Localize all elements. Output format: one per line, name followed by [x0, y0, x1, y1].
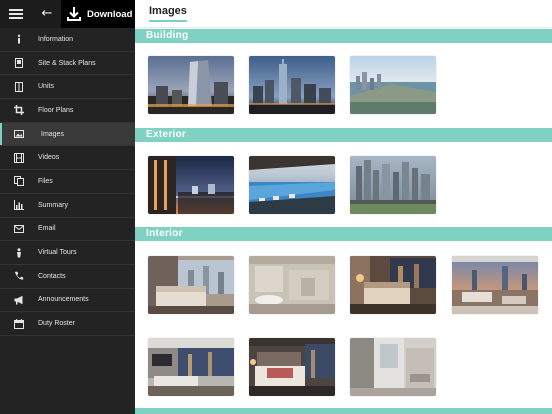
arrow-left-icon[interactable]: ←: [40, 5, 54, 23]
section-header-exterior: Exterior: [135, 128, 552, 142]
sidebar-item-files[interactable]: Files: [0, 170, 135, 194]
sidebar-item-label: Information: [38, 35, 74, 43]
page-header: Images: [135, 0, 552, 27]
calendar-icon: [0, 318, 38, 329]
image-thumbnail[interactable]: [148, 156, 234, 214]
download-label: Download: [87, 8, 133, 20]
sidebar-menu: Information Site & Stack Plans Units Flo…: [0, 28, 135, 336]
exterior-infinity-pool-image: [249, 156, 335, 214]
building-bay-aerial-image: [350, 56, 436, 114]
interior-living-night-image: [148, 338, 234, 396]
sidebar-item-label: Videos: [38, 154, 60, 162]
image-icon: [0, 129, 38, 139]
film-icon: [0, 152, 38, 163]
sidebar-toolbar: ← Download: [0, 0, 135, 28]
exterior-balcony-night-image: [148, 156, 234, 214]
section-header-interior: Interior: [135, 227, 552, 241]
sidebar-item-videos[interactable]: Videos: [0, 146, 135, 171]
phone-icon: [0, 271, 38, 281]
sidebar-item-label: Duty Roster: [38, 320, 75, 328]
hamburger-icon[interactable]: [9, 7, 23, 21]
megaphone-icon: [0, 295, 38, 305]
image-thumbnail[interactable]: [452, 256, 538, 314]
section-header-next: [135, 408, 552, 414]
building-tower-dusk-image: [148, 56, 234, 114]
image-thumbnail[interactable]: [148, 338, 234, 396]
crop-icon: [0, 105, 38, 116]
interior-bathroom-image: [249, 256, 335, 314]
interior-bedroom-warm-image: [350, 256, 436, 314]
sidebar-item-label: Contacts: [38, 272, 66, 280]
image-thumbnail[interactable]: [249, 338, 335, 396]
sidebar: ← Download Information Site & Stack Plan…: [0, 0, 135, 414]
image-thumbnail[interactable]: [249, 56, 335, 114]
page-title: Images: [149, 5, 187, 22]
interior-living-view-image: [452, 256, 538, 314]
section-label: Building: [146, 30, 189, 41]
sidebar-item-units[interactable]: Units: [0, 75, 135, 100]
sidebar-item-floor-plans[interactable]: Floor Plans: [0, 99, 135, 123]
person-icon: [0, 247, 38, 258]
sidebar-item-label: Units: [38, 83, 54, 91]
building-skyline-dusk-image: [249, 56, 335, 114]
image-thumbnail[interactable]: [148, 56, 234, 114]
exterior-sky-garden-image: [350, 156, 436, 214]
sidebar-item-images[interactable]: Images: [0, 122, 135, 147]
interior-bedroom-window-image: [148, 256, 234, 314]
interior-shower-image: [350, 338, 436, 396]
image-thumbnail[interactable]: [350, 56, 436, 114]
sidebar-item-label: Site & Stack Plans: [38, 59, 96, 67]
section-header-building: Building: [135, 29, 552, 43]
site-plan-icon: [0, 58, 38, 69]
sidebar-item-announcements[interactable]: Announcements: [0, 289, 135, 313]
sidebar-item-label: Images: [41, 130, 64, 138]
image-thumbnail[interactable]: [350, 338, 436, 396]
download-icon: [67, 7, 81, 21]
envelope-icon: [0, 224, 38, 234]
sidebar-item-label: Floor Plans: [38, 106, 74, 114]
sidebar-item-information[interactable]: Information: [0, 28, 135, 52]
sidebar-item-duty-roster[interactable]: Duty Roster: [0, 312, 135, 336]
sidebar-item-label: Email: [38, 225, 56, 233]
section-label: Interior: [146, 228, 183, 239]
bar-chart-icon: [0, 200, 38, 211]
download-button[interactable]: Download: [61, 0, 135, 28]
sidebar-item-label: Files: [38, 177, 53, 185]
sidebar-item-contacts[interactable]: Contacts: [0, 265, 135, 289]
main-content: Images Building Exterior Interior: [135, 0, 552, 414]
info-icon: [0, 34, 38, 44]
sidebar-item-virtual-tours[interactable]: Virtual Tours: [0, 241, 135, 265]
image-thumbnail[interactable]: [249, 156, 335, 214]
image-thumbnail[interactable]: [148, 256, 234, 314]
sidebar-item-label: Virtual Tours: [38, 249, 77, 257]
interior-master-bedroom-image: [249, 338, 335, 396]
image-thumbnail[interactable]: [249, 256, 335, 314]
section-label: Exterior: [146, 129, 187, 140]
sidebar-item-summary[interactable]: Summary: [0, 194, 135, 218]
sidebar-item-label: Summary: [38, 201, 68, 209]
sidebar-item-email[interactable]: Email: [0, 218, 135, 242]
sidebar-item-label: Announcements: [38, 296, 89, 304]
image-thumbnail[interactable]: [350, 256, 436, 314]
sidebar-item-site-stack-plans[interactable]: Site & Stack Plans: [0, 52, 135, 76]
image-thumbnail[interactable]: [350, 156, 436, 214]
units-icon: [0, 81, 38, 92]
files-icon: [0, 176, 38, 187]
